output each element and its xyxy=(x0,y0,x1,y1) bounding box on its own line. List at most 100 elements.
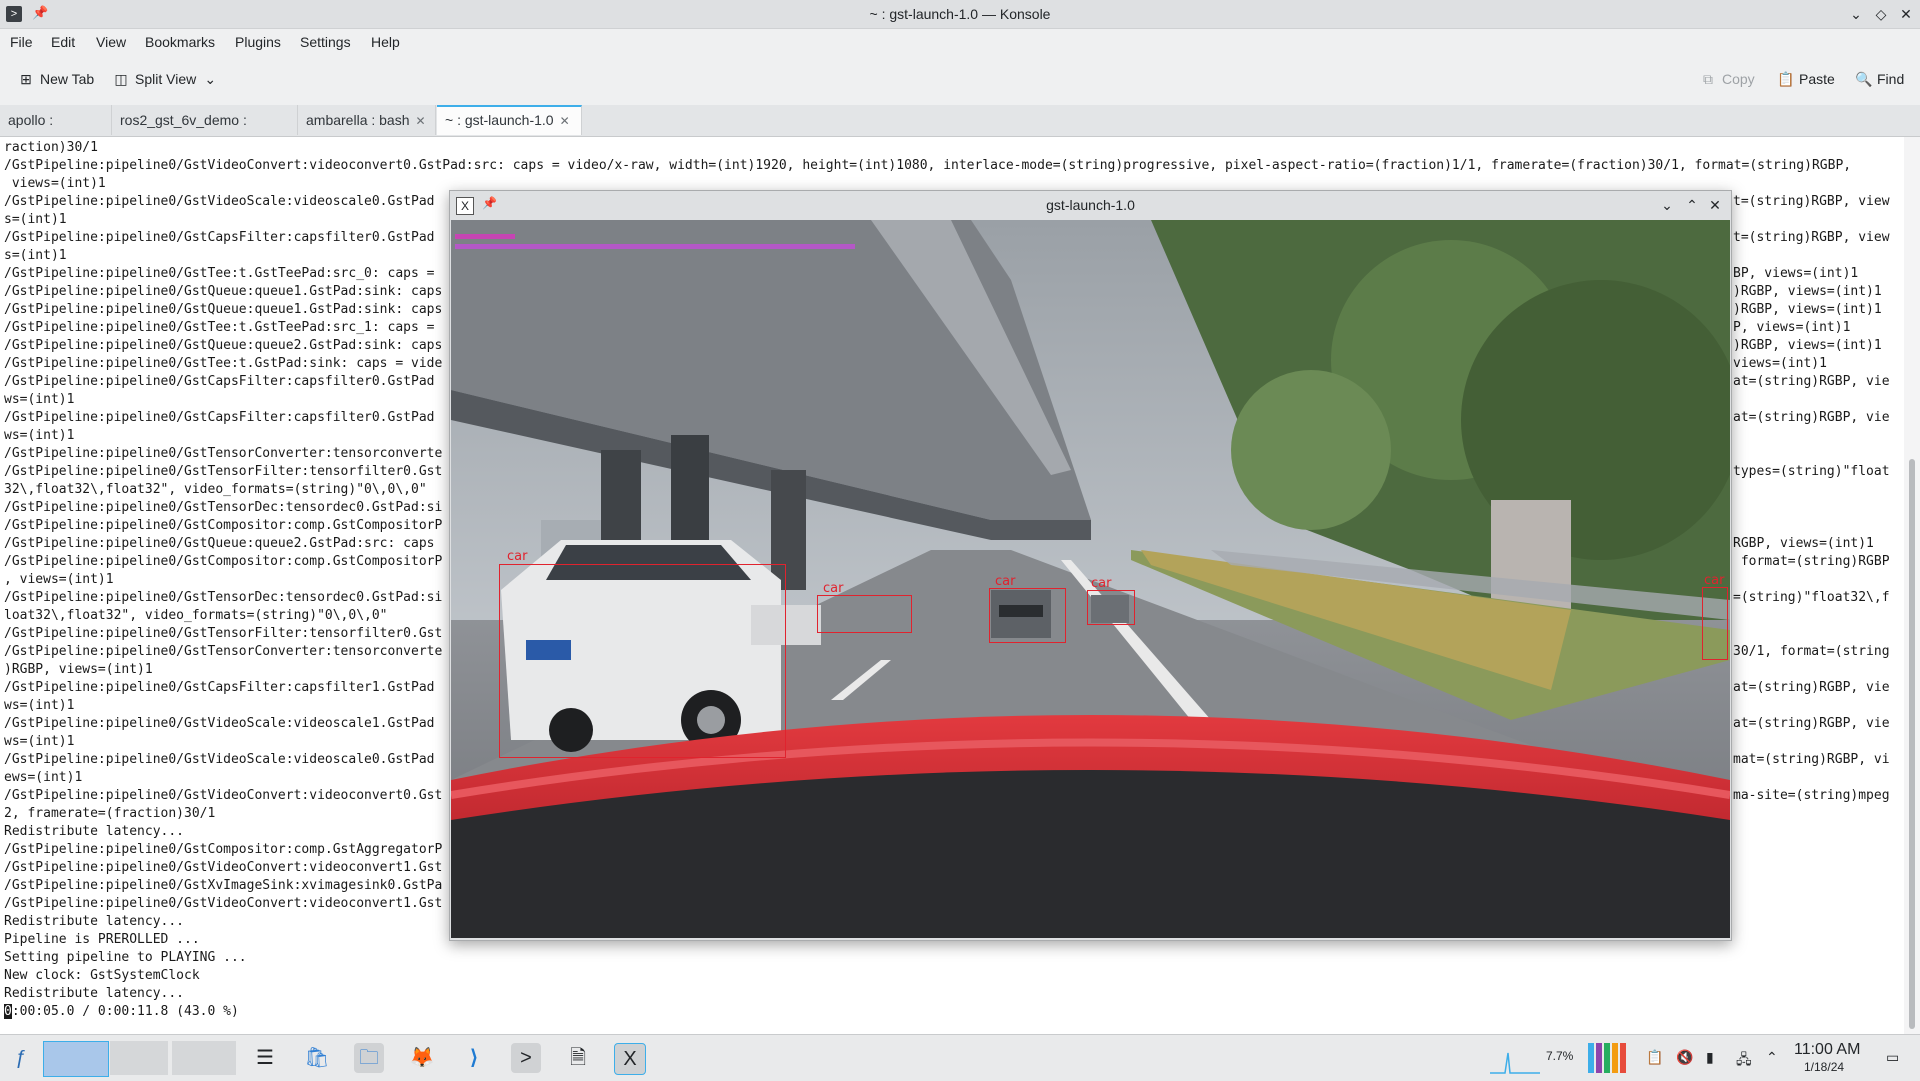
find-button[interactable]: 🔍 Find xyxy=(1855,71,1904,87)
discover-store-icon[interactable]: 🛍 xyxy=(302,1043,332,1073)
terminal-line: Redistribute latency... xyxy=(4,914,185,929)
toolbar: ⊞ New Tab ◫ Split View ⌄ ⧉ Copy 📋 Paste … xyxy=(0,57,1920,106)
split-view-icon: ◫ xyxy=(114,71,128,87)
tab-apollo[interactable]: apollo : bash✕ xyxy=(0,105,112,158)
terminal-line: 32\,float32\,float32", video_formats=(st… xyxy=(4,482,427,497)
tab-label: ambarella : bash xyxy=(306,112,410,128)
menu-edit[interactable]: Edit xyxy=(51,34,75,50)
virtual-desktop-3[interactable] xyxy=(172,1041,236,1075)
close-button[interactable]: ✕ xyxy=(1705,195,1725,215)
terminal-line: ws=(int)1 xyxy=(4,698,75,713)
terminal-line: /GstPipeline:pipeline0/GstCompositor:com… xyxy=(4,554,443,569)
terminal-line: /GstPipeline:pipeline0/GstTee:t.GstPad:s… xyxy=(4,356,443,371)
detection-box xyxy=(817,595,912,633)
terminal-line: /GstPipeline:pipeline0/GstCompositor:com… xyxy=(4,842,443,857)
network-icon[interactable]: 🖧 xyxy=(1736,1049,1752,1073)
x11-window-icon[interactable]: X xyxy=(614,1043,646,1075)
detection-label: car xyxy=(1091,576,1112,591)
terminal-line-fragment: mat=(string)RGBP, vi xyxy=(1733,752,1890,767)
close-tab-icon[interactable]: ✕ xyxy=(416,114,426,128)
copy-icon: ⧉ xyxy=(1703,71,1713,87)
settings-icon[interactable]: ☰ xyxy=(250,1043,280,1073)
terminal-line-fragment: ma-site=(string)mpeg xyxy=(1733,788,1890,803)
terminal-line: /GstPipeline:pipeline0/GstTensorDec:tens… xyxy=(4,500,443,515)
tab-gst-launch[interactable]: ~ : gst-launch-1.0 ✕ xyxy=(437,105,582,135)
terminal-line: ws=(int)1 xyxy=(4,428,75,443)
terminal-line: /GstPipeline:pipeline0/GstCapsFilter:cap… xyxy=(4,374,435,389)
detection-label: car xyxy=(995,574,1016,589)
gst-video-window[interactable]: X 📌 gst-launch-1.0 ⌄ ⌃ ✕ car car car car… xyxy=(449,190,1732,941)
terminal-line: New clock: GstSystemClock xyxy=(4,968,200,983)
minimize-button[interactable]: ⌄ xyxy=(1846,4,1866,24)
konsole-titlebar: > 📌 ~ : gst-launch-1.0 — Konsole ⌄ ◇ ✕ xyxy=(0,0,1920,29)
konsole-icon[interactable]: > xyxy=(511,1043,541,1073)
volume-icon[interactable]: 🔇 xyxy=(1676,1049,1693,1066)
clock-date[interactable]: 1/18/24 xyxy=(1804,1060,1844,1074)
copy-button[interactable]: ⧉ Copy xyxy=(1700,71,1755,87)
menu-view[interactable]: View xyxy=(96,34,126,50)
minimize-button[interactable]: ⌄ xyxy=(1657,195,1677,215)
tray-expand-icon[interactable]: ⌃ xyxy=(1766,1049,1778,1066)
virtual-desktop-1[interactable] xyxy=(43,1041,109,1077)
paste-button[interactable]: 📋 Paste xyxy=(1777,71,1835,87)
video-frame: car car car car car xyxy=(451,220,1730,938)
maximize-button[interactable]: ◇ xyxy=(1871,4,1891,24)
tab-ros2[interactable]: ros2_gst_6v_demo : bash✕ xyxy=(112,105,298,158)
maximize-button[interactable]: ⌃ xyxy=(1682,195,1702,215)
terminal-line: raction)30/1 xyxy=(4,140,98,155)
close-button[interactable]: ✕ xyxy=(1896,4,1916,24)
terminal-line: /GstPipeline:pipeline0/GstXvImageSink:xv… xyxy=(4,878,443,893)
taskbar: ƒ ☰ 🛍 🗀 🦊 ⟩ > 🗎 X 7.7% 📋 🔇 ▮ 🖧 ⌃ 11:00 A… xyxy=(0,1034,1920,1081)
clock-time[interactable]: 11:00 AM xyxy=(1794,1041,1860,1059)
memory-bars-icon[interactable] xyxy=(1588,1043,1632,1073)
terminal-line: /GstPipeline:pipeline0/GstTensorConverte… xyxy=(4,644,443,659)
terminal-line-fragment: )RGBP, views=(int)1 xyxy=(1733,302,1882,317)
chevron-down-icon[interactable]: ⌄ xyxy=(202,71,218,87)
tab-bar: apollo : bash✕ ros2_gst_6v_demo : bash✕ … xyxy=(0,105,1920,158)
virtual-desktop-2[interactable] xyxy=(110,1041,168,1075)
terminal-line-fragment: at=(string)RGBP, vie xyxy=(1733,716,1890,731)
menu-file[interactable]: File xyxy=(10,34,33,50)
terminal-line: /GstPipeline:pipeline0/GstCapsFilter:cap… xyxy=(4,680,435,695)
terminal-line: Redistribute latency... xyxy=(4,824,185,839)
detection-box xyxy=(1087,590,1135,625)
terminal-line: s=(int)1 xyxy=(4,248,67,263)
vscode-icon[interactable]: ⟩ xyxy=(459,1043,489,1073)
show-desktop-icon[interactable]: ▭ xyxy=(1886,1049,1899,1066)
file-manager-icon[interactable]: 🗀 xyxy=(354,1043,384,1073)
clipboard-icon[interactable]: 📋 xyxy=(1646,1049,1663,1066)
terminal-line: ews=(int)1 xyxy=(4,770,83,785)
menu-help[interactable]: Help xyxy=(371,34,400,50)
terminal-line: /GstPipeline:pipeline0/GstTee:t.GstTeePa… xyxy=(4,320,435,335)
terminal-progress-line: 0:00:05.0 / 0:00:11.8 (43.0 %) xyxy=(4,1003,239,1021)
terminal-line: /GstPipeline:pipeline0/GstVideoScale:vid… xyxy=(4,194,435,209)
terminal-line: /GstPipeline:pipeline0/GstVideoConvert:v… xyxy=(4,788,443,803)
detection-box xyxy=(499,564,786,758)
search-icon: 🔍 xyxy=(1855,71,1873,87)
detection-label: car xyxy=(1704,573,1725,588)
menu-settings[interactable]: Settings xyxy=(300,34,351,50)
menu-bookmarks[interactable]: Bookmarks xyxy=(145,34,215,50)
scrollbar-thumb[interactable] xyxy=(1909,459,1915,1029)
tab-ambarella[interactable]: ambarella : bash ✕ xyxy=(298,105,436,135)
menu-plugins[interactable]: Plugins xyxy=(235,34,281,50)
split-view-label: Split View xyxy=(135,71,197,87)
battery-icon[interactable]: ▮ xyxy=(1706,1049,1714,1066)
terminal-line: )RGBP, views=(int)1 xyxy=(4,662,153,677)
terminal-line: /GstPipeline:pipeline0/GstTensorFilter:t… xyxy=(4,464,443,479)
terminal-line: , views=(int)1 xyxy=(4,572,114,587)
firefox-icon[interactable]: 🦊 xyxy=(407,1043,437,1073)
new-tab-button[interactable]: ⊞ New Tab xyxy=(18,71,94,87)
copy-label: Copy xyxy=(1722,71,1755,87)
close-tab-icon[interactable]: ✕ xyxy=(560,114,570,128)
video-window-titlebar: X 📌 gst-launch-1.0 ⌄ ⌃ ✕ xyxy=(450,191,1731,219)
terminal-scrollbar[interactable] xyxy=(1904,137,1920,1034)
split-view-button[interactable]: ◫ Split View ⌄ xyxy=(113,71,218,87)
paste-label: Paste xyxy=(1799,71,1835,87)
terminal-line: /GstPipeline:pipeline0/GstCompositor:com… xyxy=(4,518,443,533)
text-editor-icon[interactable]: 🗎 xyxy=(563,1043,593,1073)
terminal-line-fragment: views=(int)1 xyxy=(1733,356,1827,371)
fedora-launcher-icon[interactable]: ƒ xyxy=(6,1043,36,1073)
network-graph-icon xyxy=(1490,1052,1540,1074)
terminal-line-fragment: at=(string)RGBP, vie xyxy=(1733,680,1890,695)
